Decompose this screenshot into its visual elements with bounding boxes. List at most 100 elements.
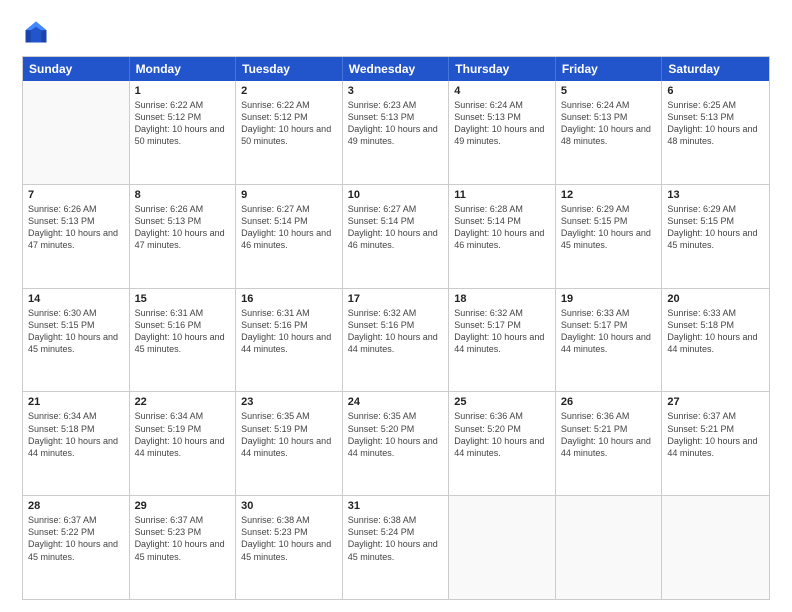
calendar-cell: 13 Sunrise: 6:29 AMSunset: 5:15 PMDayligh… bbox=[662, 185, 769, 288]
weekday-header: Saturday bbox=[662, 57, 769, 81]
calendar-cell: 28 Sunrise: 6:37 AMSunset: 5:22 PMDayligh… bbox=[23, 496, 130, 599]
day-number: 20 bbox=[667, 293, 764, 305]
day-info: Sunrise: 6:26 AMSunset: 5:13 PMDaylight:… bbox=[135, 203, 231, 252]
calendar-cell: 14Sunrise: 6:30 AMSunset: 5:15 PMDayligh… bbox=[23, 289, 130, 392]
calendar-cell: 24Sunrise: 6:35 AMSunset: 5:20 PMDayligh… bbox=[343, 392, 450, 495]
calendar-cell: 23 Sunrise: 6:35 AMSunset: 5:19 PMDayligh… bbox=[236, 392, 343, 495]
calendar-cell: 20 Sunrise: 6:33 AMSunset: 5:18 PMDayligh… bbox=[662, 289, 769, 392]
day-number: 27 bbox=[667, 396, 764, 408]
day-info: Sunrise: 6:29 AMSunset: 5:15 PMDaylight:… bbox=[561, 203, 657, 252]
calendar-cell: 22 Sunrise: 6:34 AMSunset: 5:19 PMDayligh… bbox=[130, 392, 237, 495]
calendar-cell: 12Sunrise: 6:29 AMSunset: 5:15 PMDayligh… bbox=[556, 185, 663, 288]
calendar-cell: 26 Sunrise: 6:36 AMSunset: 5:21 PMDayligh… bbox=[556, 392, 663, 495]
day-info: Sunrise: 6:31 AMSunset: 5:16 PMDaylight:… bbox=[241, 307, 337, 356]
day-number: 19 bbox=[561, 293, 657, 305]
day-number: 14 bbox=[28, 293, 124, 305]
calendar-cell: 18 Sunrise: 6:32 AMSunset: 5:17 PMDayligh… bbox=[449, 289, 556, 392]
calendar-cell: 15 Sunrise: 6:31 AMSunset: 5:16 PMDayligh… bbox=[130, 289, 237, 392]
calendar-header: SundayMondayTuesdayWednesdayThursdayFrid… bbox=[23, 57, 769, 81]
day-info: Sunrise: 6:32 AMSunset: 5:17 PMDaylight:… bbox=[454, 307, 550, 356]
calendar-cell: 31 Sunrise: 6:38 AMSunset: 5:24 PMDayligh… bbox=[343, 496, 450, 599]
logo bbox=[22, 18, 54, 46]
calendar-cell: 8 Sunrise: 6:26 AMSunset: 5:13 PMDaylight… bbox=[130, 185, 237, 288]
day-info: Sunrise: 6:36 AMSunset: 5:21 PMDaylight:… bbox=[561, 410, 657, 459]
day-info: Sunrise: 6:25 AMSunset: 5:13 PMDaylight:… bbox=[667, 99, 764, 148]
weekday-header: Thursday bbox=[449, 57, 556, 81]
calendar-cell: 30Sunrise: 6:38 AMSunset: 5:23 PMDayligh… bbox=[236, 496, 343, 599]
calendar-cell: 9 Sunrise: 6:27 AMSunset: 5:14 PMDaylight… bbox=[236, 185, 343, 288]
weekday-header: Friday bbox=[556, 57, 663, 81]
day-number: 23 bbox=[241, 396, 337, 408]
calendar-cell: 10 Sunrise: 6:27 AMSunset: 5:14 PMDayligh… bbox=[343, 185, 450, 288]
day-number: 6 bbox=[667, 85, 764, 97]
day-info: Sunrise: 6:24 AMSunset: 5:13 PMDaylight:… bbox=[454, 99, 550, 148]
header bbox=[22, 18, 770, 46]
day-number: 18 bbox=[454, 293, 550, 305]
day-number: 7 bbox=[28, 189, 124, 201]
calendar-cell: 29Sunrise: 6:37 AMSunset: 5:23 PMDayligh… bbox=[130, 496, 237, 599]
day-number: 11 bbox=[454, 189, 550, 201]
day-number: 24 bbox=[348, 396, 444, 408]
day-number: 9 bbox=[241, 189, 337, 201]
day-info: Sunrise: 6:34 AMSunset: 5:19 PMDaylight:… bbox=[135, 410, 231, 459]
day-info: Sunrise: 6:27 AMSunset: 5:14 PMDaylight:… bbox=[348, 203, 444, 252]
day-info: Sunrise: 6:27 AMSunset: 5:14 PMDaylight:… bbox=[241, 203, 337, 252]
day-info: Sunrise: 6:35 AMSunset: 5:19 PMDaylight:… bbox=[241, 410, 337, 459]
day-number: 15 bbox=[135, 293, 231, 305]
day-info: Sunrise: 6:23 AMSunset: 5:13 PMDaylight:… bbox=[348, 99, 444, 148]
day-info: Sunrise: 6:34 AMSunset: 5:18 PMDaylight:… bbox=[28, 410, 124, 459]
day-info: Sunrise: 6:29 AMSunset: 5:15 PMDaylight:… bbox=[667, 203, 764, 252]
day-info: Sunrise: 6:22 AMSunset: 5:12 PMDaylight:… bbox=[135, 99, 231, 148]
day-number: 10 bbox=[348, 189, 444, 201]
day-info: Sunrise: 6:37 AMSunset: 5:21 PMDaylight:… bbox=[667, 410, 764, 459]
day-number: 8 bbox=[135, 189, 231, 201]
weekday-header: Sunday bbox=[23, 57, 130, 81]
day-number: 2 bbox=[241, 85, 337, 97]
day-info: Sunrise: 6:33 AMSunset: 5:17 PMDaylight:… bbox=[561, 307, 657, 356]
calendar-cell: 19 Sunrise: 6:33 AMSunset: 5:17 PMDayligh… bbox=[556, 289, 663, 392]
calendar-cell bbox=[556, 496, 663, 599]
calendar-cell bbox=[23, 81, 130, 184]
day-number: 28 bbox=[28, 500, 124, 512]
page: SundayMondayTuesdayWednesdayThursdayFrid… bbox=[0, 0, 792, 612]
day-info: Sunrise: 6:28 AMSunset: 5:14 PMDaylight:… bbox=[454, 203, 550, 252]
day-info: Sunrise: 6:38 AMSunset: 5:24 PMDaylight:… bbox=[348, 514, 444, 563]
calendar-cell: 11 Sunrise: 6:28 AMSunset: 5:14 PMDayligh… bbox=[449, 185, 556, 288]
day-info: Sunrise: 6:33 AMSunset: 5:18 PMDaylight:… bbox=[667, 307, 764, 356]
calendar-cell: 17 Sunrise: 6:32 AMSunset: 5:16 PMDayligh… bbox=[343, 289, 450, 392]
day-number: 13 bbox=[667, 189, 764, 201]
weekday-header: Tuesday bbox=[236, 57, 343, 81]
calendar-cell: 21 Sunrise: 6:34 AMSunset: 5:18 PMDayligh… bbox=[23, 392, 130, 495]
weekday-header: Monday bbox=[130, 57, 237, 81]
day-number: 4 bbox=[454, 85, 550, 97]
day-info: Sunrise: 6:31 AMSunset: 5:16 PMDaylight:… bbox=[135, 307, 231, 356]
calendar-cell: 4 Sunrise: 6:24 AMSunset: 5:13 PMDaylight… bbox=[449, 81, 556, 184]
day-number: 22 bbox=[135, 396, 231, 408]
day-info: Sunrise: 6:22 AMSunset: 5:12 PMDaylight:… bbox=[241, 99, 337, 148]
day-number: 26 bbox=[561, 396, 657, 408]
calendar-row: 14Sunrise: 6:30 AMSunset: 5:15 PMDayligh… bbox=[23, 288, 769, 392]
calendar-cell bbox=[449, 496, 556, 599]
calendar-cell: 7 Sunrise: 6:26 AMSunset: 5:13 PMDaylight… bbox=[23, 185, 130, 288]
calendar: SundayMondayTuesdayWednesdayThursdayFrid… bbox=[22, 56, 770, 600]
day-number: 21 bbox=[28, 396, 124, 408]
calendar-row: 28 Sunrise: 6:37 AMSunset: 5:22 PMDayligh… bbox=[23, 495, 769, 599]
calendar-body: 1Sunrise: 6:22 AMSunset: 5:12 PMDaylight… bbox=[23, 81, 769, 599]
calendar-cell bbox=[662, 496, 769, 599]
day-number: 5 bbox=[561, 85, 657, 97]
day-number: 16 bbox=[241, 293, 337, 305]
day-number: 17 bbox=[348, 293, 444, 305]
day-info: Sunrise: 6:26 AMSunset: 5:13 PMDaylight:… bbox=[28, 203, 124, 252]
day-info: Sunrise: 6:32 AMSunset: 5:16 PMDaylight:… bbox=[348, 307, 444, 356]
calendar-row: 7 Sunrise: 6:26 AMSunset: 5:13 PMDaylight… bbox=[23, 184, 769, 288]
day-number: 30 bbox=[241, 500, 337, 512]
calendar-cell: 2 Sunrise: 6:22 AMSunset: 5:12 PMDaylight… bbox=[236, 81, 343, 184]
calendar-cell: 6 Sunrise: 6:25 AMSunset: 5:13 PMDaylight… bbox=[662, 81, 769, 184]
calendar-cell: 3Sunrise: 6:23 AMSunset: 5:13 PMDaylight… bbox=[343, 81, 450, 184]
day-number: 29 bbox=[135, 500, 231, 512]
calendar-row: 21 Sunrise: 6:34 AMSunset: 5:18 PMDayligh… bbox=[23, 391, 769, 495]
day-info: Sunrise: 6:36 AMSunset: 5:20 PMDaylight:… bbox=[454, 410, 550, 459]
day-number: 31 bbox=[348, 500, 444, 512]
day-info: Sunrise: 6:37 AMSunset: 5:22 PMDaylight:… bbox=[28, 514, 124, 563]
weekday-header: Wednesday bbox=[343, 57, 450, 81]
